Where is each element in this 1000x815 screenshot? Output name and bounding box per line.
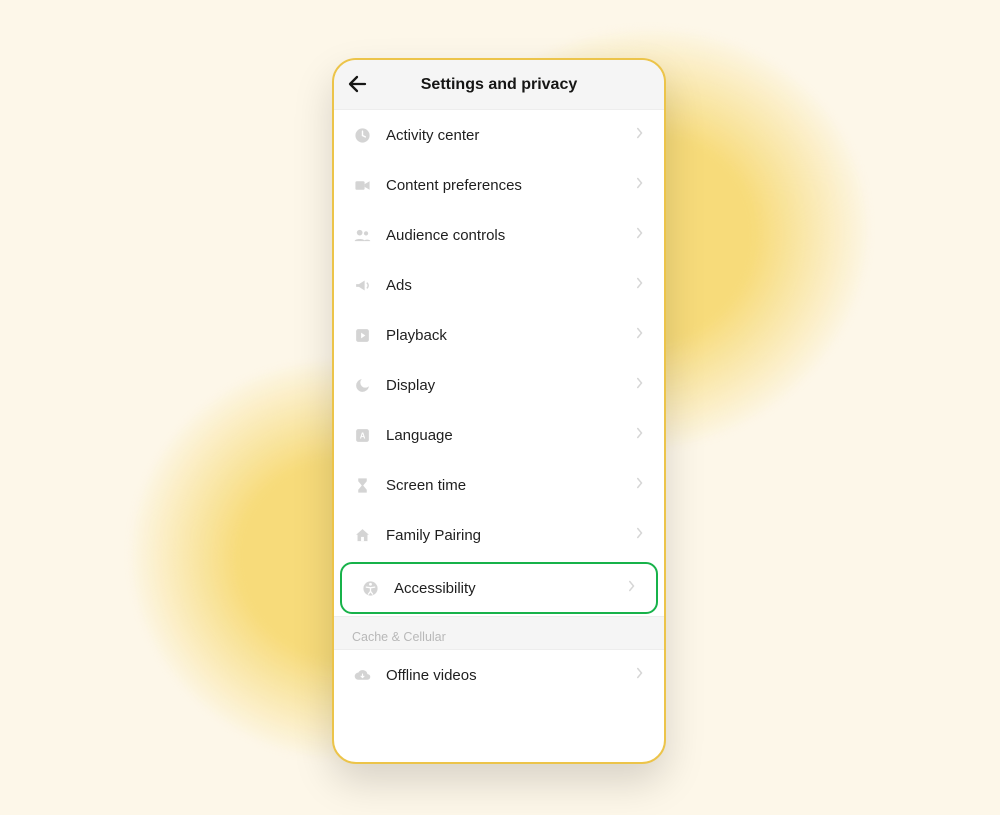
row-accessibility[interactable]: Accessibility [340, 562, 658, 614]
chevron-right-icon [636, 176, 646, 194]
phone-frame: Settings and privacy Activity center Con… [332, 58, 666, 764]
row-ads[interactable]: Ads [334, 260, 664, 310]
chevron-right-icon [636, 126, 646, 144]
settings-list: Activity center Content preferences Audi… [334, 110, 664, 700]
row-label: Ads [386, 277, 636, 294]
row-display[interactable]: Display [334, 360, 664, 410]
row-family-pairing[interactable]: Family Pairing [334, 510, 664, 560]
chevron-right-icon [636, 226, 646, 244]
chevron-right-icon [636, 276, 646, 294]
row-audience-controls[interactable]: Audience controls [334, 210, 664, 260]
video-icon [352, 175, 372, 195]
section-title: Cache & Cellular [352, 630, 446, 644]
row-language[interactable]: A Language [334, 410, 664, 460]
row-playback[interactable]: Playback [334, 310, 664, 360]
row-label: Language [386, 427, 636, 444]
clock-icon [352, 125, 372, 145]
row-offline-videos[interactable]: Offline videos [334, 650, 664, 700]
chevron-right-icon [636, 376, 646, 394]
row-label: Audience controls [386, 227, 636, 244]
megaphone-icon [352, 275, 372, 295]
chevron-right-icon [636, 326, 646, 344]
row-label: Accessibility [394, 580, 628, 597]
home-icon [352, 525, 372, 545]
row-label: Offline videos [386, 667, 636, 684]
svg-text:A: A [359, 431, 365, 440]
hourglass-icon [352, 475, 372, 495]
row-label: Playback [386, 327, 636, 344]
cloud-download-icon [352, 665, 372, 685]
moon-icon [352, 375, 372, 395]
chevron-right-icon [636, 426, 646, 444]
row-label: Family Pairing [386, 527, 636, 544]
play-square-icon [352, 325, 372, 345]
row-activity-center[interactable]: Activity center [334, 110, 664, 160]
row-label: Content preferences [386, 177, 636, 194]
header-bar: Settings and privacy [334, 60, 664, 110]
chevron-right-icon [636, 476, 646, 494]
language-icon: A [352, 425, 372, 445]
row-label: Screen time [386, 477, 636, 494]
arrow-left-icon [346, 72, 370, 96]
row-content-preferences[interactable]: Content preferences [334, 160, 664, 210]
back-button[interactable] [346, 72, 370, 96]
chevron-right-icon [636, 526, 646, 544]
people-icon [352, 225, 372, 245]
chevron-right-icon [636, 666, 646, 684]
row-label: Display [386, 377, 636, 394]
section-header-cache: Cache & Cellular [334, 616, 664, 650]
page-title: Settings and privacy [334, 76, 664, 94]
accessibility-icon [360, 578, 380, 598]
row-screen-time[interactable]: Screen time [334, 460, 664, 510]
chevron-right-icon [628, 579, 638, 597]
row-label: Activity center [386, 127, 636, 144]
